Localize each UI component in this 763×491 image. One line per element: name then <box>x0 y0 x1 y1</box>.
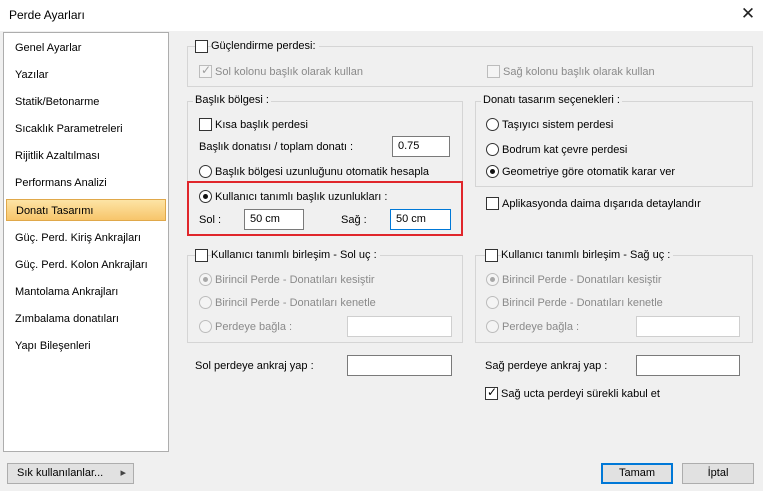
design-option-bearing-label: Taşıyıcı sistem perdesi <box>502 119 614 131</box>
left-joint-intersect-radio[interactable] <box>199 273 212 286</box>
sidebar-item-statik-betonarme[interactable]: Statik/Betonarme <box>6 91 166 113</box>
frequent-settings-label: Sık kullanılanlar... <box>17 467 104 479</box>
left-column-header-checkbox[interactable]: ✓ <box>199 63 212 78</box>
left-anchor-input[interactable] <box>347 355 452 376</box>
right-column-header-label: Sağ kolonu başlık olarak kullan <box>503 66 655 78</box>
chevron-right-icon: ▸ <box>120 467 126 479</box>
design-option-auto-label: Geometriye göre otomatik karar ver <box>502 166 676 178</box>
design-options-title: Donatı tasarım seçenekleri : <box>481 94 622 106</box>
design-option-basement-radio[interactable] <box>486 143 499 156</box>
ratio-label: Başlık donatısı / toplam donatı : <box>199 141 354 153</box>
right-column-header-checkbox[interactable] <box>487 65 500 78</box>
auto-length-label: Başlık bölgesi uzunluğunu otomatik hesap… <box>215 166 430 178</box>
right-joint-intersect-label: Birincil Perde - Donatıları kesiştir <box>502 274 662 286</box>
short-header-label: Kısa başlık perdesi <box>215 119 308 131</box>
left-anchor-label: Sol perdeye ankraj yap : <box>195 360 314 372</box>
category-list[interactable]: Genel Ayarlar Yazılar Statik/Betonarme S… <box>3 32 169 452</box>
right-joint-connect-radio[interactable] <box>486 320 499 333</box>
right-joint-connect-label: Perdeye bağla : <box>502 321 580 333</box>
sidebar-item-kolon-ankrajlari[interactable]: Güç. Perd. Kolon Ankrajları <box>6 254 166 276</box>
right-joint-lock-label: Birincil Perde - Donatıları kenetle <box>502 297 663 309</box>
design-option-basement-label: Bodrum kat çevre perdesi <box>502 144 628 156</box>
sidebar-item-performans[interactable]: Performans Analizi <box>6 172 166 194</box>
ok-button[interactable]: Tamam <box>601 463 673 484</box>
detail-outside-checkbox[interactable] <box>486 197 499 210</box>
left-joint-intersect-label: Birincil Perde - Donatıları kesiştir <box>215 274 375 286</box>
left-joint-lock-radio[interactable] <box>199 296 212 309</box>
left-joint-checkbox[interactable] <box>195 249 208 262</box>
left-joint-wall-input[interactable] <box>347 316 452 337</box>
header-region-title: Başlık bölgesi : <box>193 94 271 106</box>
strengthening-label: Güçlendirme perdesi: <box>211 40 319 52</box>
left-column-header-label: Sol kolonu başlık olarak kullan <box>215 66 363 78</box>
ratio-input[interactable]: 0.75 <box>392 136 450 157</box>
close-icon[interactable]: ✕ <box>738 3 758 25</box>
right-joint-lock-radio[interactable] <box>486 296 499 309</box>
right-joint-wall-input[interactable] <box>636 316 740 337</box>
window-title: Perde Ayarları <box>9 8 85 22</box>
sidebar-item-yapi-bilesenleri[interactable]: Yapı Bileşenleri <box>6 335 166 357</box>
right-joint-label: Kullanıcı tanımlı birleşim - Sağ uç : <box>501 249 674 261</box>
sidebar-item-rijitlik[interactable]: Rijitlik Azaltılması <box>6 145 166 167</box>
detail-outside-label: Aplikasyonda daima dışarıda detaylandır <box>502 198 701 210</box>
design-option-bearing-radio[interactable] <box>486 118 499 131</box>
strengthening-checkbox[interactable] <box>195 40 208 53</box>
left-joint-connect-radio[interactable] <box>199 320 212 333</box>
sidebar-item-zimbalama[interactable]: Zımbalama donatıları <box>6 308 166 330</box>
sidebar-item-kiris-ankrajlari[interactable]: Güç. Perd. Kiriş Ankrajları <box>6 227 166 249</box>
title-bar: Perde Ayarları ✕ <box>0 0 763 31</box>
highlight-box <box>187 181 463 236</box>
continuous-wall-label: Sağ ucta perdeyi sürekli kabul et <box>501 388 660 400</box>
short-header-checkbox[interactable] <box>199 118 212 131</box>
right-joint-intersect-radio[interactable] <box>486 273 499 286</box>
continuous-wall-checkbox[interactable]: ✓ <box>485 385 498 400</box>
left-joint-connect-label: Perdeye bağla : <box>215 321 293 333</box>
cancel-button[interactable]: İptal <box>682 463 754 484</box>
sidebar-item-donati-tasarimi[interactable]: Donatı Tasarımı <box>6 199 166 221</box>
right-joint-checkbox[interactable] <box>485 249 498 262</box>
auto-length-radio[interactable] <box>199 165 212 178</box>
right-anchor-input[interactable] <box>636 355 740 376</box>
sidebar-item-mantolama[interactable]: Mantolama Ankrajları <box>6 281 166 303</box>
sidebar-item-yazilar[interactable]: Yazılar <box>6 64 166 86</box>
left-joint-lock-label: Birincil Perde - Donatıları kenetle <box>215 297 376 309</box>
sidebar-item-sicaklik[interactable]: Sıcaklık Parametreleri <box>6 118 166 140</box>
frequent-settings-button[interactable]: Sık kullanılanlar... ▸ <box>7 463 134 484</box>
left-joint-label: Kullanıcı tanımlı birleşim - Sol uç : <box>211 249 380 261</box>
sidebar-item-genel-ayarlar[interactable]: Genel Ayarlar <box>6 37 166 59</box>
right-anchor-label: Sağ perdeye ankraj yap : <box>485 360 608 372</box>
design-option-auto-radio[interactable] <box>486 165 499 178</box>
